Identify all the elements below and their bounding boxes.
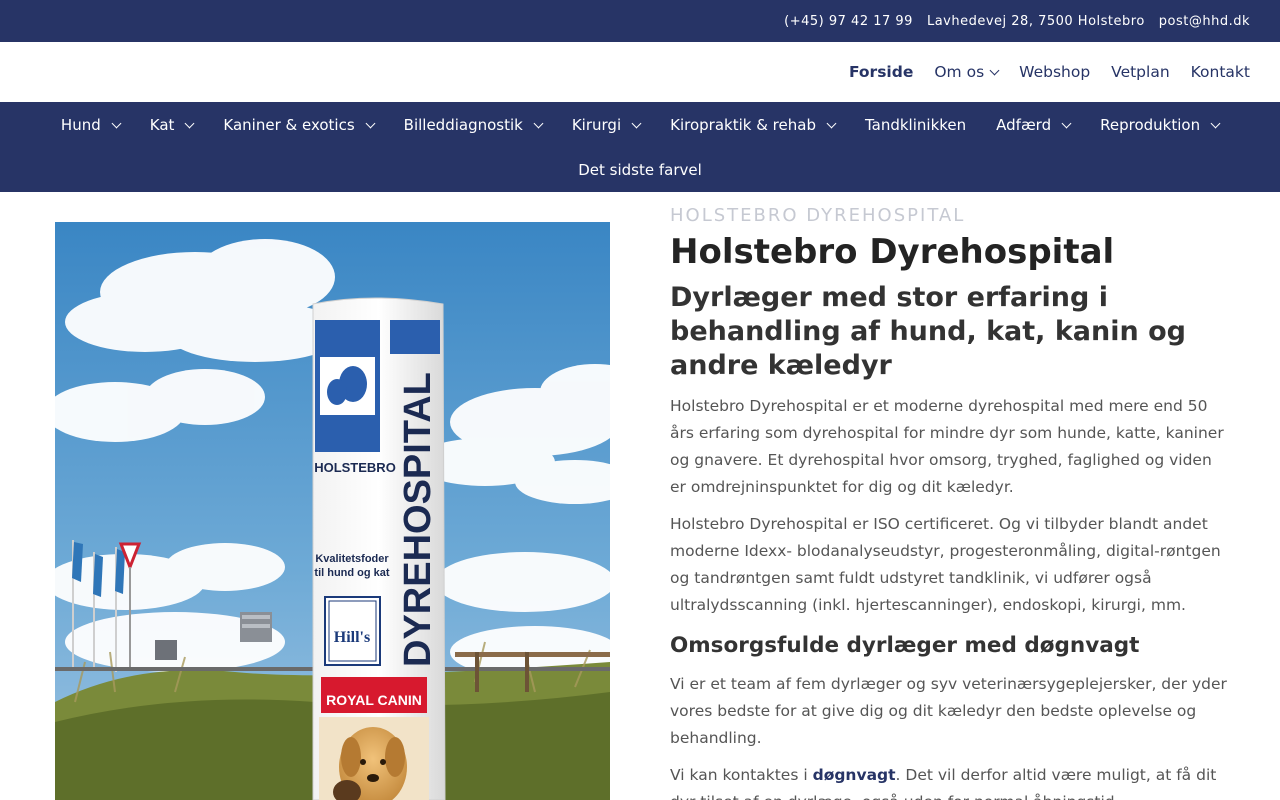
secondary-nav: Forside Om os Webshop Vetplan Kontakt — [0, 42, 1280, 102]
chevron-down-icon — [111, 118, 122, 128]
contact-text-before: Vi kan kontaktes i — [670, 766, 813, 784]
menu-kiropraktik-rehab-label: Kiropraktik & rehab — [670, 116, 816, 134]
nav-forside-label: Forside — [848, 63, 914, 81]
sign-vertical-text: DYREHOSPITAL — [397, 372, 439, 667]
phone-link[interactable]: (+45) 97 42 17 99 — [784, 14, 913, 29]
nav-om-os-label: Om os — [934, 63, 985, 81]
main-nav: Hund Kat Kaniner & exotics Billeddiagnos… — [0, 102, 1280, 192]
brand-royal-canin-text: ROYAL CANIN — [326, 692, 422, 708]
email-link[interactable]: post@hhd.dk — [1159, 14, 1250, 29]
eyebrow-label: HOLSTEBRO DYREHOSPITAL — [670, 205, 966, 226]
dognvagt-link[interactable]: døgnvagt — [813, 766, 896, 784]
hero-image: HOLSTEBRO DYREHOSPITAL Kvalitetsfoder ti… — [55, 222, 610, 800]
team-paragraph: Vi er et team af fem dyrlæger og syv vet… — [670, 675, 1227, 747]
sign-city-text: HOLSTEBRO — [314, 460, 396, 475]
menu-det-sidste-farvel[interactable]: Det sidste farvel — [578, 161, 702, 179]
contact-paragraph: Vi kan kontaktes i døgnvagt. Det vil der… — [670, 762, 1230, 800]
sign-tagline-2: til hund og kat — [314, 567, 389, 579]
menu-det-sidste-farvel-label: Det sidste farvel — [578, 161, 702, 179]
chevron-down-icon — [989, 65, 1000, 75]
menu-tandklinikken[interactable]: Tandklinikken — [865, 116, 966, 134]
menu-reproduktion-label: Reproduktion — [1100, 116, 1201, 134]
nav-kontakt[interactable]: Kontakt — [1191, 63, 1250, 81]
sign-tagline-1: Kvalitetsfoder — [315, 553, 389, 565]
nav-kontakt-label: Kontakt — [1190, 63, 1250, 81]
nav-vetplan-label: Vetplan — [1111, 63, 1170, 81]
menu-reproduktion[interactable]: Reproduktion — [1100, 116, 1221, 134]
menu-kirurgi-label: Kirurgi — [571, 116, 622, 134]
intro-paragraph: Holstebro Dyrehospital er et moderne dyr… — [670, 397, 1224, 496]
menu-hund[interactable]: Hund — [60, 116, 122, 134]
menu-kirurgi[interactable]: Kirurgi — [571, 116, 642, 134]
menu-kaniner-exotics[interactable]: Kaniner & exotics — [223, 116, 376, 134]
chevron-down-icon — [631, 118, 642, 128]
chevron-down-icon — [533, 118, 544, 128]
section-heading: Omsorgsfulde dyrlæger med døgnvagt — [670, 633, 1140, 658]
chevron-down-icon — [1210, 118, 1221, 128]
nav-webshop[interactable]: Webshop — [1019, 63, 1090, 81]
address-text: Lavhedevej 28, 7500 Holstebro — [926, 13, 1145, 29]
contact-info: (+45) 97 42 17 99 Lavhedevej 28, 7500 Ho… — [784, 0, 1250, 42]
page-title: Holstebro Dyrehospital — [670, 232, 1115, 272]
page-subtitle: Dyrlæger med stor erfaring i behandling … — [670, 282, 1186, 381]
chevron-down-icon — [826, 118, 837, 128]
menu-billeddiagnostik[interactable]: Billeddiagnostik — [403, 116, 544, 134]
nav-om-os[interactable]: Om os — [934, 63, 1000, 81]
nav-forside[interactable]: Forside — [849, 63, 913, 81]
menu-kat-label: Kat — [149, 116, 175, 134]
menu-tandklinikken-label: Tandklinikken — [864, 116, 967, 134]
menu-kat[interactable]: Kat — [149, 116, 195, 134]
certification-paragraph: Holstebro Dyrehospital er ISO certificer… — [670, 515, 1221, 614]
menu-billeddiagnostik-label: Billeddiagnostik — [403, 116, 523, 134]
nav-webshop-label: Webshop — [1019, 63, 1091, 81]
chevron-down-icon — [1061, 118, 1072, 128]
top-contact-bar: (+45) 97 42 17 99 Lavhedevej 28, 7500 Ho… — [0, 0, 1280, 42]
menu-adfaerd[interactable]: Adfærd — [996, 116, 1072, 134]
hospital-sign-photo: HOLSTEBRO DYREHOSPITAL Kvalitetsfoder ti… — [55, 222, 610, 800]
menu-adfaerd-label: Adfærd — [996, 116, 1052, 134]
menu-kiropraktik-rehab[interactable]: Kiropraktik & rehab — [670, 116, 837, 134]
main-content: HOLSTEBRO DYREHOSPITAL Holstebro Dyrehos… — [670, 204, 1230, 800]
menu-kaniner-exotics-label: Kaniner & exotics — [223, 116, 355, 134]
chevron-down-icon — [365, 118, 376, 128]
brand-hills-text: Hill's — [334, 629, 370, 646]
menu-hund-label: Hund — [60, 116, 101, 134]
chevron-down-icon — [184, 118, 195, 128]
nav-vetplan[interactable]: Vetplan — [1111, 63, 1169, 81]
